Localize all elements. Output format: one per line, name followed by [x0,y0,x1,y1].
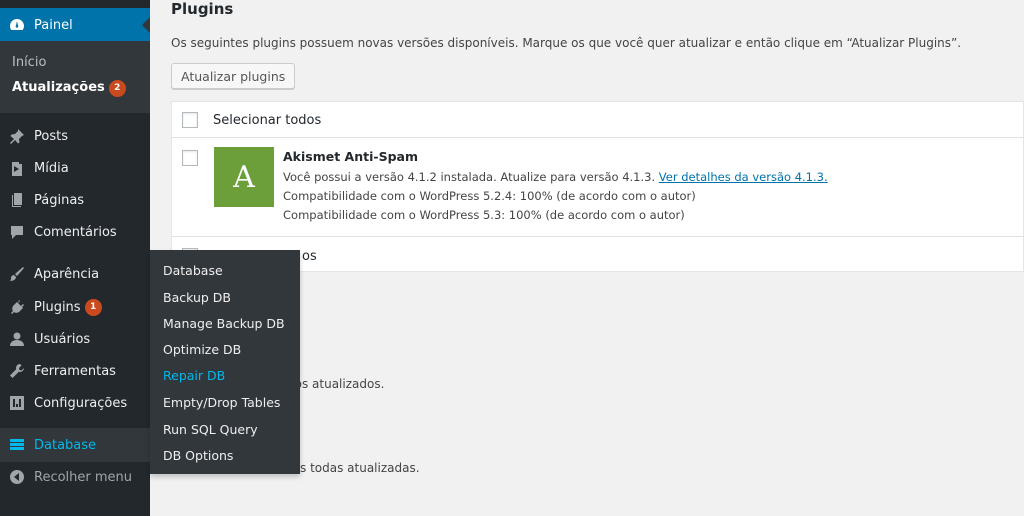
menu-comentarios[interactable]: Comentários [0,215,150,249]
users-icon [9,331,25,347]
plugins-update-table: Selecionar todos A Akismet Anti-Spam Voc… [171,101,1024,272]
submenu-inicio[interactable]: Início [12,55,46,70]
current-arrow [142,17,150,33]
update-plugins-button[interactable]: Atualizar plugins [171,63,296,89]
updates-description: Os seguintes plugins possuem novas versõ… [171,36,962,50]
menu-aparencia[interactable]: Aparência [0,257,150,291]
database-icon [9,437,25,453]
menu-plugins-label: Plugins [34,299,81,315]
flyout-item-repair-db[interactable]: Repair DB [163,368,225,383]
media-icon [9,160,25,176]
menu-paginas-label: Páginas [34,192,85,208]
flyout-item-run-sql-query[interactable]: Run SQL Query [163,422,258,437]
menu-midia-label: Mídia [34,160,69,176]
select-all-checkbox[interactable] [182,112,198,128]
version-details-link[interactable]: Ver detalhes da versão 4.1.3. [659,170,828,184]
menu-midia[interactable]: Mídia [0,151,150,185]
select-all-label: Selecionar todos [213,113,322,128]
plugin-compat-53: Compatibilidade com o WordPress 5.3: 100… [283,208,685,222]
select-all-row: Selecionar todos [172,102,1023,138]
menu-database[interactable]: Database [0,428,150,462]
menu-painel[interactable]: Painel [0,8,150,42]
plugin-version-text: Você possui a versão 4.1.2 instalada. At… [283,170,659,184]
collapse-menu-button[interactable]: Recolher menu [0,460,150,494]
menu-configuracoes-label: Configurações [34,395,128,411]
flyout-item-database[interactable]: Database [163,263,223,278]
menu-usuarios[interactable]: Usuários [0,322,150,356]
pushpin-icon [9,128,25,144]
menu-database-label: Database [34,437,97,453]
menu-configuracoes[interactable]: Configurações [0,386,150,420]
flyout-item-backup-db[interactable]: Backup DB [163,290,231,305]
flyout-item-optimize-db[interactable]: Optimize DB [163,342,241,357]
flyout-item-db-options[interactable]: DB Options [163,448,233,463]
select-all-footer-label: os [302,249,317,264]
menu-posts[interactable]: Posts [0,119,150,153]
settings-icon [9,395,25,411]
flyout-item-empty-drop-tables[interactable]: Empty/Drop Tables [163,395,280,410]
menu-posts-label: Posts [34,128,68,144]
submenu-atualizacoes[interactable]: Atualizações 2 [12,80,126,97]
themes-status-text: dos atualizados. [287,377,385,391]
dashboard-icon [9,17,25,33]
plugin-version-line: Você possui a versão 4.1.2 instalada. At… [283,170,828,184]
wrench-icon [9,363,25,379]
updates-count-badge: 2 [108,80,126,97]
menu-ferramentas[interactable]: Ferramentas [0,354,150,388]
menu-ferramentas-label: Ferramentas [34,363,116,379]
plugin-name: Akismet Anti-Spam [283,149,418,164]
plugin-icon [9,299,25,315]
page-title: Plugins [171,0,234,18]
paintbrush-icon [9,266,25,282]
collapse-arrow-icon [9,469,25,485]
admin-sidebar: Painel Início Atualizações 2 Posts Mídia … [0,0,150,516]
menu-painel-label: Painel [34,17,73,33]
submenu-atualizacoes-label: Atualizações [12,80,105,95]
database-flyout-menu: Database Backup DB Manage Backup DB Opti… [150,250,300,474]
translations-status-text: s todas atualizadas. [300,461,420,475]
akismet-logo: A [214,147,274,207]
comment-icon [9,224,25,240]
collapse-menu-label: Recolher menu [34,469,133,485]
menu-aparencia-label: Aparência [34,266,100,282]
plugins-count-badge: 1 [84,298,102,316]
flyout-item-manage-backup-db[interactable]: Manage Backup DB [163,316,285,331]
akismet-logo-letter: A [233,159,255,195]
menu-plugins[interactable]: Plugins 1 [0,290,150,324]
pages-icon [9,192,25,208]
plugin-checkbox[interactable] [182,150,198,166]
plugin-compat-524: Compatibilidade com o WordPress 5.2.4: 1… [283,189,696,203]
flyout-arrow [142,437,150,453]
menu-paginas[interactable]: Páginas [0,183,150,217]
menu-usuarios-label: Usuários [34,331,91,347]
painel-submenu: Início Atualizações 2 [0,41,150,113]
menu-comentarios-label: Comentários [34,224,117,240]
